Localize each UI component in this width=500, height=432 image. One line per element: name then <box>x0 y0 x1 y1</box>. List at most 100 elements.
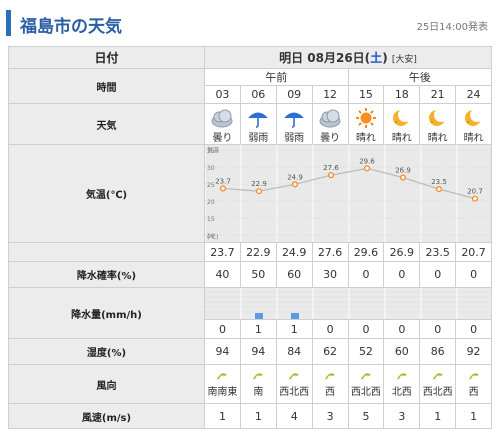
temperature-point <box>363 165 371 172</box>
weather-row: 天気 曇り 弱雨 弱雨 曇り 晴れ 晴れ 晴れ 晴れ <box>8 103 492 145</box>
period-pm: 午後 <box>347 68 492 86</box>
hour-cell: 24 <box>455 85 492 104</box>
precip-prob-value: 60 <box>275 261 313 288</box>
temperature-point-label: 22.9 <box>251 180 267 188</box>
precip-bar <box>291 313 299 319</box>
temperature-values-row: 23.7 22.9 24.9 27.6 29.6 26.9 23.5 20.7 <box>8 242 492 262</box>
moon-icon <box>392 108 412 126</box>
weather-cell: 晴れ <box>419 103 457 145</box>
wind-speed-value: 4 <box>275 403 313 429</box>
temperature-values-spacer <box>8 242 205 262</box>
precip-bar <box>255 313 263 319</box>
temperature-point-label: 24.9 <box>287 173 303 181</box>
precip-prob-value: 0 <box>383 261 421 288</box>
wind-dir-label: 北西 <box>391 387 412 398</box>
wind-arrow-icon <box>217 373 228 379</box>
wind-dir-cell: 西北西 <box>275 364 313 404</box>
humidity-value: 94 <box>239 338 277 365</box>
page-title: 福島市の天気 <box>20 17 122 37</box>
hour-cell: 09 <box>275 85 313 104</box>
temperature-point-label: 20.7 <box>467 188 483 196</box>
weather-cell: 晴れ <box>455 103 492 145</box>
y-tick-label: 20 <box>207 199 215 206</box>
y-tick-label: 15 <box>207 216 215 223</box>
wind-dir-label: 南 <box>253 387 264 398</box>
wind-dir-row: 風向 南南東南西北西西西北西 北西 西北西西 <box>8 364 492 404</box>
hour-cell: 03 <box>204 85 241 104</box>
axis-unit: (℃) <box>207 234 218 241</box>
temperature-point <box>327 172 335 179</box>
precip-amount-value: 0 <box>347 319 385 339</box>
sun-icon <box>355 108 376 128</box>
temperature-point <box>399 174 407 181</box>
moon-icon <box>428 108 448 126</box>
wind-arrow-icon <box>289 373 300 379</box>
wind-speed-value: 1 <box>455 403 492 429</box>
humidity-value: 86 <box>419 338 457 365</box>
row-label-weather: 天気 <box>8 103 205 145</box>
temperature-value: 22.9 <box>239 242 277 262</box>
temperature-chart: 353025201510気温(℃)23.7 22.924.927.629.626.… <box>205 145 493 242</box>
wind-dir-label: 西 <box>468 387 479 398</box>
moon-icon <box>464 108 484 126</box>
weather-cell: 晴れ <box>383 103 421 145</box>
hour-cell: 12 <box>311 85 349 104</box>
wind-arrow-icon <box>360 373 371 379</box>
precip-prob-value: 50 <box>239 261 277 288</box>
temperature-value: 29.6 <box>347 242 385 262</box>
wind-dir-cell: 西北西 <box>347 364 385 404</box>
wind-dir-cell: 北西 <box>383 364 421 404</box>
wind-speed-value: 1 <box>239 403 277 429</box>
precip-bars-cell <box>204 287 493 320</box>
temperature-point-label: 29.6 <box>359 157 375 165</box>
date-prefix: 明日 08月26日( <box>279 51 371 65</box>
temperature-point-label: 23.5 <box>431 178 447 186</box>
period-am: 午前 <box>204 68 349 86</box>
date-rokuyo: [大安] <box>391 55 417 65</box>
humidity-value: 62 <box>311 338 349 365</box>
precip-prob-value: 0 <box>347 261 385 288</box>
temperature-point <box>255 188 263 195</box>
temperature-point-label: 23.7 <box>215 177 231 185</box>
title-accent-bar <box>6 10 11 36</box>
temperature-value: 23.5 <box>419 242 457 262</box>
precip-prob-value: 30 <box>311 261 349 288</box>
umbrella-icon <box>284 112 305 128</box>
row-label-precip-prob: 降水確率(%) <box>8 261 205 288</box>
wind-speed-value: 3 <box>383 403 421 429</box>
hour-cell: 18 <box>383 85 421 104</box>
precip-amount-row: 降水量(mm/h) <box>8 287 493 339</box>
hour-cell: 06 <box>239 85 277 104</box>
temperature-point-label: 27.6 <box>323 164 339 172</box>
page-title-bar: 福島市の天気 25日14:00発表 <box>6 10 494 37</box>
row-label-precip-amount: 降水量(mm/h) <box>8 287 205 339</box>
wind-speed-value: 3 <box>311 403 349 429</box>
wind-dir-label: 南南東 <box>207 387 238 398</box>
wind-arrow-icon <box>468 373 479 379</box>
precip-chart <box>205 288 493 319</box>
umbrella-icon <box>248 112 269 128</box>
wind-arrow-icon <box>396 373 407 379</box>
weather-label: 晴れ <box>391 133 412 144</box>
wind-dir-cell: 南 <box>239 364 277 404</box>
weather-label: 曇り <box>320 133 341 144</box>
precip-prob-value: 40 <box>204 261 241 288</box>
precip-amount-value: 0 <box>204 319 241 339</box>
temperature-value: 24.9 <box>275 242 313 262</box>
weather-label: 晴れ <box>355 133 376 144</box>
humidity-value: 52 <box>347 338 385 365</box>
weather-cell: 弱雨 <box>275 103 313 145</box>
weather-label: 晴れ <box>463 133 484 144</box>
weather-label: 曇り <box>212 133 233 144</box>
precip-prob-row: 降水確率(%) 40 50 60 30 0 0 0 0 <box>8 261 492 288</box>
temperature-point <box>291 181 299 188</box>
weather-cell: 晴れ <box>347 103 385 145</box>
temperature-point-label: 26.9 <box>395 167 411 175</box>
date-suffix: ) <box>382 51 388 65</box>
temperature-value: 23.7 <box>204 242 241 262</box>
humidity-value: 84 <box>275 338 313 365</box>
row-label-wind-speed: 風速(m/s) <box>8 403 205 429</box>
weather-label: 弱雨 <box>248 133 269 144</box>
forecast-date: 明日 08月26日(土) [大安] <box>204 46 492 69</box>
wind-arrow-icon <box>253 373 264 379</box>
